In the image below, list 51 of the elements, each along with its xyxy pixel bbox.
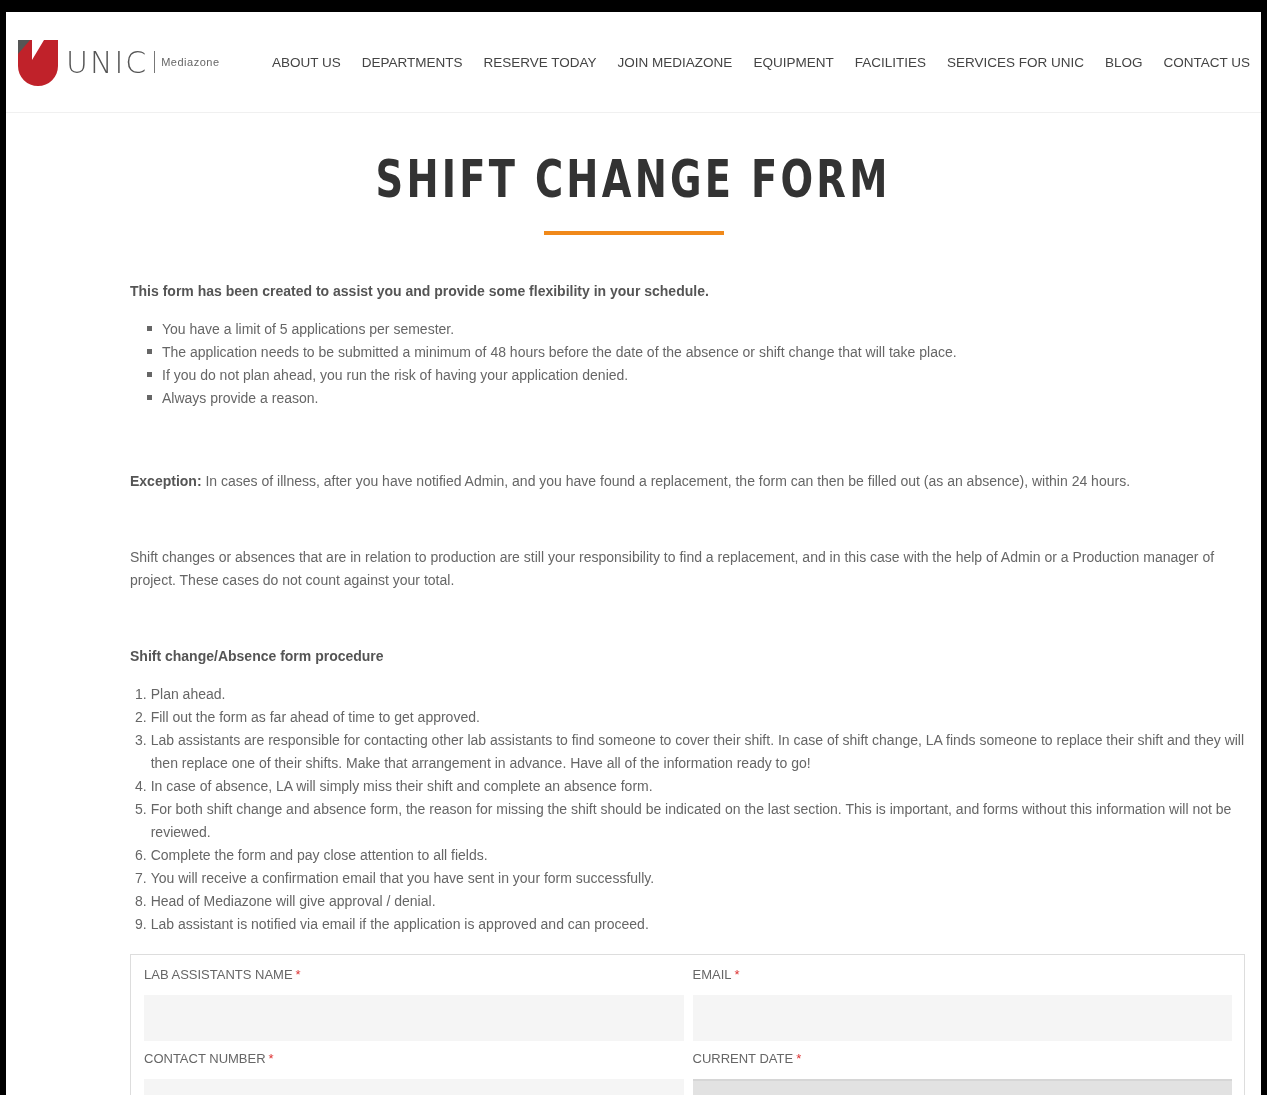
step-text: Lab assistants are responsible for contacting other lab assistants to find someone to cover their shift. In case of shift change, LA finds someone to replace their shift and they will then replace one of their shifts. Make that arrangement in advance. Have all of the information ready to go!: [150, 731, 1245, 773]
step-number: 2.: [135, 708, 147, 727]
logo-wordmark: UNIC: [66, 44, 149, 80]
intro-text: This form has been created to assist you and provide some flexibility in your schedule.: [130, 282, 710, 301]
required-mark: *: [268, 1051, 274, 1066]
step-text: Lab assistant is notified via email if the application is approved and can proceed.: [150, 915, 649, 934]
bullet-icon: [147, 372, 152, 377]
step-text: Fill out the form as far ahead of time to get approved.: [150, 708, 480, 727]
nav-link[interactable]: FACILITIES: [844, 54, 937, 70]
step-number: 4.: [135, 777, 147, 796]
bullet-icon: [147, 395, 152, 400]
rule-text: You have a limit of 5 applications per semester.: [162, 320, 455, 339]
procedure-heading: Shift change/Absence form procedure: [130, 647, 385, 666]
field-label: CONTACT NUMBER: [144, 1051, 266, 1066]
field-label: CURRENT DATE: [692, 1051, 794, 1066]
rule-text: If you do not plan ahead, you run the risk of having your application denied.: [162, 366, 629, 385]
step-text: Head of Mediazone will give approval / denial.: [150, 892, 436, 911]
step-number: 7.: [135, 869, 147, 888]
logo-subtitle: Mediazone: [161, 56, 220, 68]
required-mark: *: [796, 1051, 802, 1066]
step-text: You will receive a confirmation email that you have sent in your form successfully.: [150, 869, 655, 888]
nav-link[interactable]: ABOUT US: [261, 54, 352, 70]
required-mark: *: [734, 967, 740, 982]
required-mark: *: [295, 967, 301, 982]
nav-link[interactable]: RESERVE TODAY: [473, 54, 608, 70]
step-number: 3.: [135, 731, 147, 750]
step-text: Complete the form and pay close attention to all fields.: [150, 846, 488, 865]
nav-link[interactable]: DEPARTMENTS: [351, 54, 474, 70]
step-text: Plan ahead.: [150, 685, 226, 704]
step-number: 8.: [135, 892, 147, 911]
step-text: For both shift change and absence form, the reason for missing the shift should be indicated on the last section. This is important, and forms without this information will not be reviewed.: [150, 800, 1233, 842]
exception-text: Exception: In cases of illness, after you have notified Admin, and you have found a replacement, the form can then be filled out (as an absence), within 24 hours.: [130, 472, 1132, 491]
nav-link[interactable]: EQUIPMENT: [742, 54, 845, 70]
nav-link[interactable]: BLOG: [1094, 54, 1153, 70]
field-label: EMAIL: [692, 967, 732, 982]
step-text: In case of absence, LA will simply miss their shift and complete an absence form.: [150, 777, 653, 796]
field-label: LAB ASSISTANTS NAME: [144, 967, 293, 982]
step-number: 9.: [135, 915, 147, 934]
bullet-icon: [147, 326, 152, 331]
rule-text: The application needs to be submitted a minimum of 48 hours before the date of the absence or shift change that will take place.: [162, 343, 957, 362]
page-title: SHIFT CHANGE FORM: [375, 149, 892, 209]
step-number: 1.: [135, 685, 147, 704]
nav-link[interactable]: CONTACT US: [1152, 54, 1261, 70]
nav-link[interactable]: JOIN MEDIAZONE: [607, 54, 743, 70]
step-number: 6.: [135, 846, 147, 865]
nav-link[interactable]: SERVICES FOR UNIC: [936, 54, 1095, 70]
rule-text: Always provide a reason.: [162, 389, 319, 408]
production-note: Shift changes or absences that are in relation to production are still your responsibility to find a replacement, and in this case with the help of Admin or a Production manager of project. These cases do not count against your total.: [130, 548, 1216, 590]
logo-icon: [16, 38, 60, 86]
bullet-icon: [147, 349, 152, 354]
step-number: 5.: [135, 800, 147, 819]
